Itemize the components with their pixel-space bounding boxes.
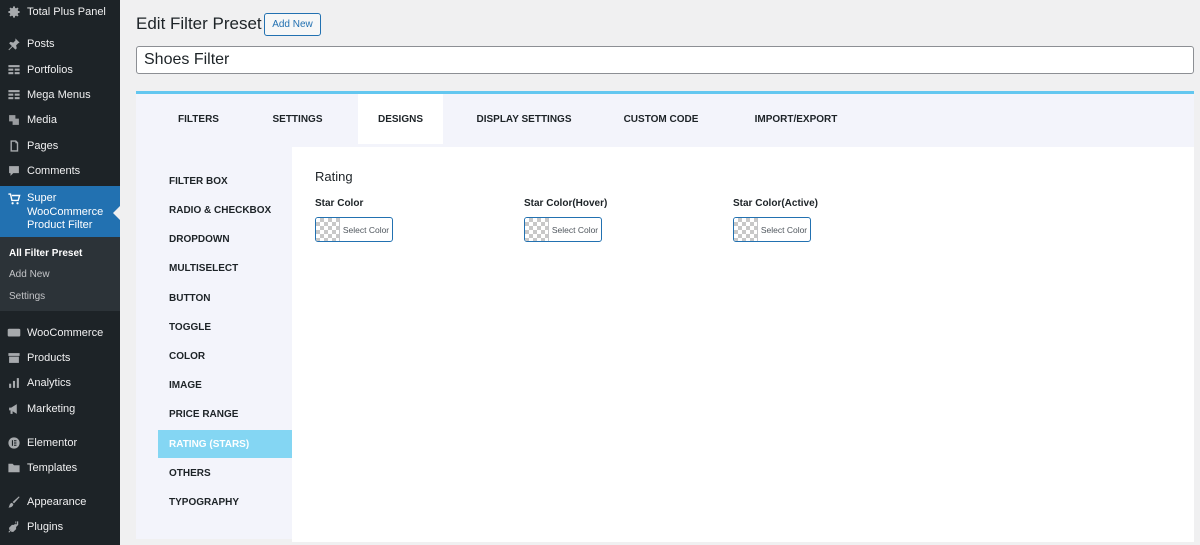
menu-label: Templates [27, 462, 78, 474]
design-menu-rating-stars[interactable]: RATING (STARS) [158, 430, 292, 458]
design-content: Rating Star Color Select Color Star Colo… [292, 147, 1194, 542]
folder-icon [7, 461, 21, 475]
megaphone-icon [7, 402, 21, 416]
menu-item-products[interactable]: Products [0, 346, 120, 370]
menu-label: Total Plus Panel [27, 6, 106, 18]
submenu-item-all-filter-preset[interactable]: All Filter Preset [9, 248, 82, 259]
grid-icon [7, 88, 21, 102]
menu-label: Super WooCommerce Product Filter [27, 192, 104, 231]
settings-panel: FILTERS SETTINGS DESIGNS DISPLAY SETTING… [136, 91, 1194, 542]
star-color-hover-label: Star Color(Hover) [524, 198, 608, 209]
menu-label: Marketing [27, 403, 76, 415]
menu-item-comments[interactable]: Comments [0, 159, 120, 183]
submenu: All Filter Preset Add New Settings [0, 237, 120, 311]
design-menu-others[interactable]: OTHERS [158, 459, 292, 487]
menu-label: Elementor [27, 437, 78, 449]
menu-label: WooCommerce [27, 327, 104, 339]
color-swatch [316, 218, 340, 241]
star-color-label: Star Color [315, 198, 364, 209]
star-color-picker[interactable]: Select Color [315, 217, 393, 242]
current-menu-pointer [113, 206, 120, 220]
tab-settings[interactable]: SETTINGS [260, 94, 335, 144]
menu-label: Media [27, 114, 57, 126]
section-title: Rating [315, 169, 353, 184]
design-menu-typography[interactable]: TYPOGRAPHY [158, 488, 292, 516]
menu-item-total-plus-panel[interactable]: Total Plus Panel [0, 0, 120, 24]
media-icon [7, 113, 21, 127]
elementor-icon [7, 436, 21, 450]
woo-icon [7, 326, 21, 340]
menu-item-woocommerce[interactable]: WooCommerce [0, 321, 120, 345]
menu-item-analytics[interactable]: Analytics [0, 371, 120, 395]
menu-label: Comments [27, 165, 81, 177]
tab-custom-code[interactable]: CUSTOM CODE [611, 94, 711, 144]
pin-icon [7, 37, 21, 51]
cart-icon [7, 192, 21, 206]
menu-label: Portfolios [27, 64, 73, 76]
design-menu-color[interactable]: COLOR [158, 342, 292, 370]
select-color-label: Select Color [551, 224, 599, 235]
design-menu-dropdown[interactable]: DROPDOWN [158, 225, 292, 253]
star-color-hover-picker[interactable]: Select Color [524, 217, 602, 242]
menu-item-posts[interactable]: Posts [0, 32, 120, 56]
menu-item-elementor[interactable]: Elementor [0, 431, 120, 455]
design-menu-price-range[interactable]: PRICE RANGE [158, 400, 292, 428]
submenu-item-add-new[interactable]: Add New [9, 269, 50, 280]
design-menu-image[interactable]: IMAGE [158, 371, 292, 399]
menu-label: Mega Menus [27, 89, 91, 101]
menu-label: Plugins [27, 521, 64, 533]
star-color-active-picker[interactable]: Select Color [733, 217, 811, 242]
page-title: Edit Filter Preset [136, 14, 262, 33]
menu-label: Appearance [27, 496, 87, 508]
menu-item-mega-menus[interactable]: Mega Menus [0, 83, 120, 107]
page-icon [7, 139, 21, 153]
tab-display-settings[interactable]: DISPLAY SETTINGS [469, 94, 579, 144]
preset-name-input[interactable] [136, 46, 1194, 74]
menu-item-super-woocommerce-product-filter[interactable]: Super WooCommerce Product Filter [0, 186, 120, 237]
color-swatch [734, 218, 758, 241]
comment-icon [7, 164, 21, 178]
archive-icon [7, 351, 21, 365]
menu-label: Pages [27, 140, 59, 152]
menu-item-media[interactable]: Media [0, 108, 120, 132]
menu-item-pages[interactable]: Pages [0, 134, 120, 158]
tab-filters[interactable]: FILTERS [161, 94, 236, 144]
submenu-item-settings[interactable]: Settings [9, 291, 45, 302]
tab-import-export[interactable]: IMPORT/EXPORT [741, 94, 851, 144]
menu-item-appearance[interactable]: Appearance [0, 490, 120, 514]
brush-icon [7, 495, 21, 509]
bar-chart-icon [7, 376, 21, 390]
design-menu-filter-box[interactable]: FILTER BOX [158, 167, 292, 195]
admin-sidebar: Total Plus Panel Posts Portfolios Mega M… [0, 0, 120, 545]
menu-label: Products [27, 352, 71, 364]
plug-icon [7, 520, 21, 534]
design-menu-toggle[interactable]: TOGGLE [158, 313, 292, 341]
menu-item-portfolios[interactable]: Portfolios [0, 58, 120, 82]
design-menu-multiselect[interactable]: MULTISELECT [158, 254, 292, 282]
select-color-label: Select Color [760, 224, 808, 235]
design-menu-button[interactable]: BUTTON [158, 284, 292, 312]
color-swatch [525, 218, 549, 241]
menu-item-plugins[interactable]: Plugins [0, 515, 120, 539]
gear-icon [7, 5, 21, 19]
grid-icon [7, 63, 21, 77]
star-color-active-label: Star Color(Active) [733, 198, 819, 209]
select-color-label: Select Color [342, 224, 390, 235]
add-new-button[interactable]: Add New [264, 13, 321, 36]
tab-designs[interactable]: DESIGNS [358, 94, 443, 144]
menu-label: Posts [27, 38, 55, 50]
menu-item-templates[interactable]: Templates [0, 456, 120, 480]
menu-item-marketing[interactable]: Marketing [0, 397, 120, 421]
menu-label: Analytics [27, 377, 72, 389]
design-menu-radio-checkbox[interactable]: RADIO & CHECKBOX [158, 196, 292, 224]
